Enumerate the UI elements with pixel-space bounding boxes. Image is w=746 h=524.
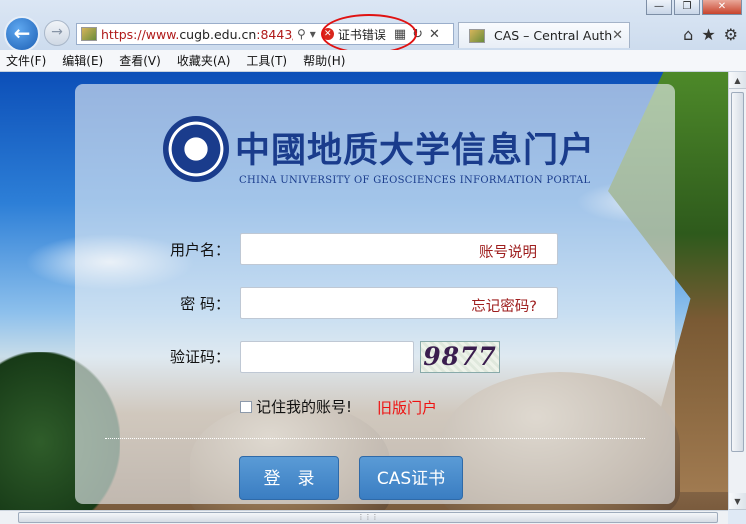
username-field[interactable]: 账号说明 [240,233,558,265]
forward-button[interactable]: → [44,20,70,46]
remember-checkbox[interactable] [240,400,252,413]
remember-account[interactable]: 记住我的账号! [240,396,352,417]
divider [105,438,645,439]
home-icon[interactable]: ⌂ [683,25,693,44]
close-window-button[interactable]: ✕ [702,0,742,15]
university-emblem-icon [163,116,229,182]
favorites-star-icon[interactable]: ★ [701,25,715,44]
forgot-password-link[interactable]: 忘记密码? [471,295,537,316]
cas-certificate-button[interactable]: CAS证书 [359,456,463,500]
old-portal-link[interactable]: 旧版门户 [377,397,437,418]
menu-help[interactable]: 帮助(H) [303,52,345,69]
browser-tools: ⌂ ★ ⚙ [683,25,738,44]
url-suffix: :8443/ca [256,26,293,42]
browser-chrome: — ❐ ✕ ← → https://www.cugb.edu.cn:8443/c… [0,0,746,54]
dropdown-arrow-icon[interactable]: ▾ [310,27,316,41]
url-text[interactable]: https://www.cugb.edu.cn:8443/ca [101,27,293,42]
remember-label: 记住我的账号! [256,398,353,416]
account-help-link[interactable]: 账号说明 [479,241,537,262]
tab-favicon-icon [469,28,485,43]
captcha-label: 验证码： [170,348,231,366]
highlight-annotation [321,14,417,54]
minimize-button[interactable]: — [646,0,672,15]
menu-edit[interactable]: 编辑(E) [62,52,103,69]
tab-cas[interactable]: CAS – Central Authe… ✕ [458,22,630,48]
h-scroll-thumb[interactable]: ⋮⋮⋮ [18,512,718,523]
url-prefix: https://www. [101,26,180,42]
menu-tools[interactable]: 工具(T) [246,52,287,69]
menu-favorites[interactable]: 收藏夹(A) [177,52,231,69]
back-button[interactable]: ← [4,16,40,52]
login-button[interactable]: 登 录 [239,456,339,500]
page-viewport: 中國地质大学信息门户 CHINA UNIVERSITY OF GEOSCIENC… [0,72,728,510]
tab-close-icon[interactable]: ✕ [612,28,623,43]
captcha-field[interactable] [240,341,414,373]
site-favicon-icon [81,27,97,41]
menu-file[interactable]: 文件(F) [6,52,46,69]
vertical-scrollbar[interactable]: ▲ ▼ [728,72,746,510]
menu-view[interactable]: 查看(V) [119,52,161,69]
scroll-down-icon[interactable]: ▼ [729,493,746,510]
arrow-right-icon: → [51,24,63,40]
scroll-up-icon[interactable]: ▲ [729,72,746,89]
password-field[interactable]: 忘记密码? [240,287,558,319]
password-label: 密 码： [180,295,230,313]
scroll-thumb[interactable] [731,92,744,452]
portal-title: 中國地质大学信息门户 [235,130,596,171]
tab-label: CAS – Central Authe… [494,28,613,43]
username-label: 用户名： [170,241,231,259]
login-panel: 中國地质大学信息门户 CHINA UNIVERSITY OF GEOSCIENC… [75,84,675,504]
arrow-left-icon: ← [13,21,31,45]
url-domain: cugb.edu.cn [179,26,257,42]
portal-subtitle: CHINA UNIVERSITY OF GEOSCIENCES INFORMAT… [239,175,591,186]
horizontal-scrollbar[interactable]: ⋮⋮⋮ [0,510,728,524]
stop-icon[interactable]: ✕ [429,27,440,42]
maximize-button[interactable]: ❐ [674,0,700,15]
settings-gear-icon[interactable]: ⚙ [724,25,738,44]
menu-bar: 文件(F) 编辑(E) 查看(V) 收藏夹(A) 工具(T) 帮助(H) [0,50,746,72]
captcha-image[interactable]: 9877 [420,341,500,373]
search-icon[interactable]: ⚲ [297,27,306,41]
window-controls: — ❐ ✕ [646,0,742,15]
